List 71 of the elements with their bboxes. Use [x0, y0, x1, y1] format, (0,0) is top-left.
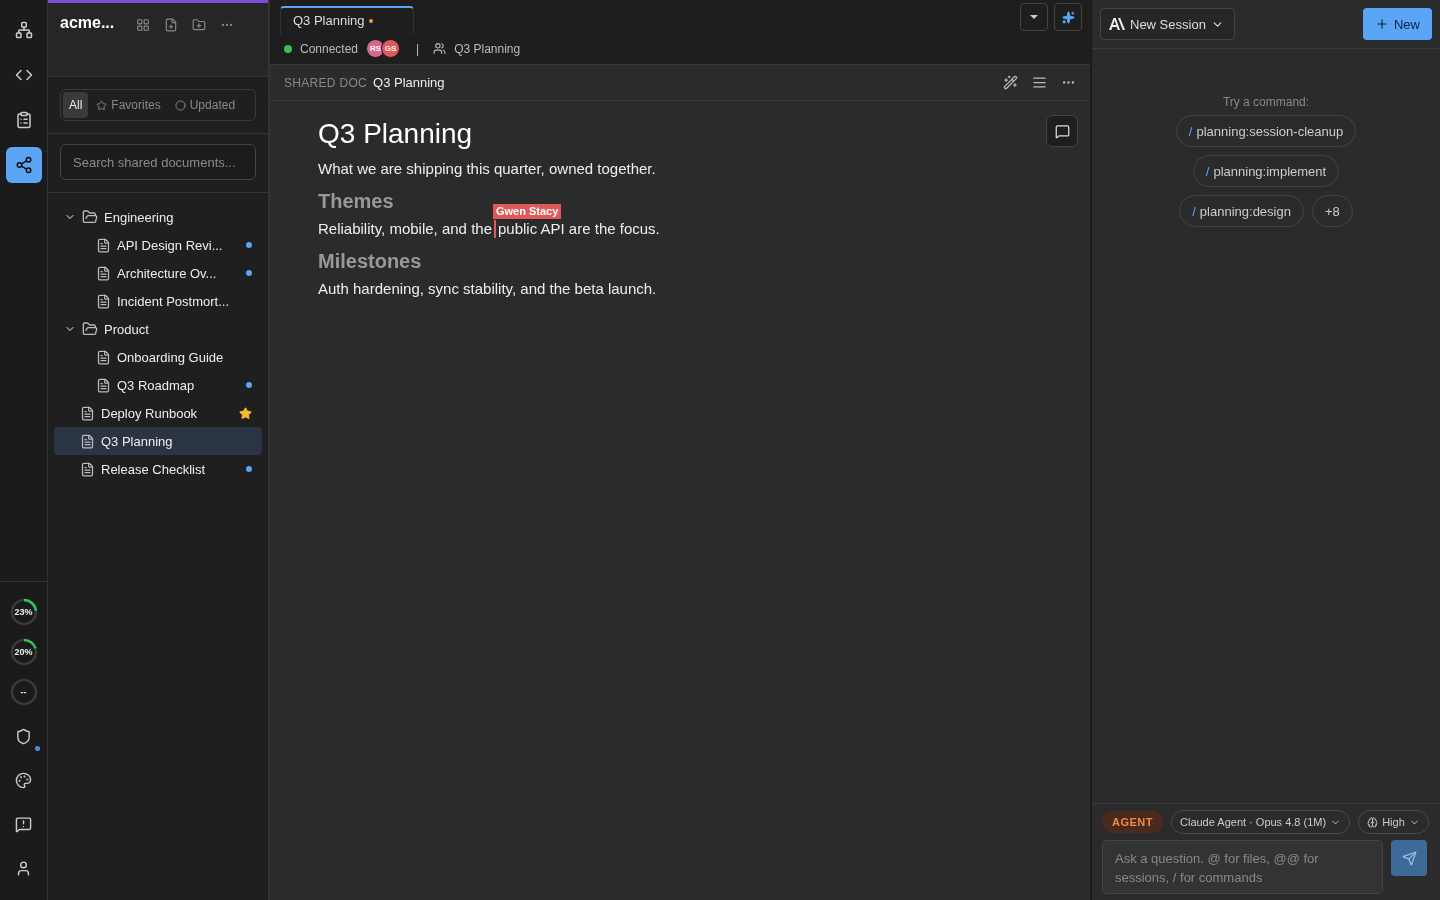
usage-meter: -- [9, 678, 38, 706]
document-icon [96, 293, 111, 309]
paragraph-text: Reliability, mobile, and the [318, 219, 492, 239]
document-icon [80, 461, 95, 477]
document-row[interactable]: Q3 Roadmap [54, 371, 262, 399]
cursor-label: Gwen Stacy [493, 204, 562, 219]
document-tab[interactable]: Q3 Planning [280, 5, 414, 34]
folder-icon [82, 321, 98, 337]
comment-icon [1054, 123, 1070, 139]
clipboard-icon [14, 111, 33, 129]
send-icon [1401, 850, 1417, 866]
document-row[interactable]: Onboarding Guide [54, 343, 262, 371]
new-button[interactable]: New [1363, 8, 1432, 40]
search-field[interactable]: Search shared documents... [60, 144, 256, 180]
folder-row[interactable]: Engineering [54, 203, 262, 231]
document-row[interactable]: Deploy Runbook [54, 399, 262, 427]
document-row[interactable]: Architecture Ov... [54, 259, 262, 287]
section-heading: Milestones [318, 249, 422, 274]
document-row[interactable]: Incident Postmort... [54, 287, 262, 315]
section-heading: Themes [318, 189, 394, 214]
document-icon [96, 237, 111, 253]
caret-icon [1029, 14, 1039, 20]
paragraph-text: public API are the focus. [498, 219, 660, 239]
document-row[interactable]: API Design Revi... [54, 231, 262, 259]
user-avatar: GS [381, 39, 401, 59]
comment-button[interactable] [1046, 115, 1078, 147]
workspace-title: acme... [60, 14, 115, 32]
document-row[interactable]: Release Checklist [54, 455, 262, 483]
room-name: Q3 Planning [454, 41, 521, 56]
outline-icon[interactable] [1032, 75, 1047, 90]
mode-badge[interactable]: AGENT [1102, 811, 1163, 833]
rail-button[interactable] [5, 147, 42, 183]
document-icon [96, 349, 111, 365]
usage-meter: 23% [9, 598, 38, 626]
folder-row[interactable]: Product [54, 315, 262, 343]
document-icon [80, 405, 95, 421]
dropdown-button[interactable] [1020, 3, 1048, 31]
diagram-icon [14, 21, 33, 39]
plus-icon [1375, 17, 1389, 31]
sparkle-icon [1061, 10, 1075, 24]
filter-tab[interactable]: Updated [168, 92, 242, 118]
command-prompt: Try a command: [1222, 95, 1310, 109]
star-icon [96, 99, 108, 111]
document-icon [96, 265, 111, 281]
users-icon [433, 42, 447, 56]
document-icon [80, 433, 95, 449]
document-row[interactable]: Q3 Planning [54, 427, 262, 455]
document-icon [96, 377, 111, 393]
new-file-icon[interactable] [164, 18, 179, 32]
usage-meter: 20% [9, 638, 38, 666]
paragraph: Auth hardening, sync stability, and the beta launch. [318, 279, 657, 299]
logo-icon [1109, 18, 1125, 30]
circle-icon [174, 99, 186, 111]
grid-icon[interactable] [136, 18, 151, 32]
separator: | [416, 41, 420, 56]
wand-icon[interactable] [1003, 75, 1018, 90]
new-folder-icon[interactable] [192, 18, 207, 32]
doc-title: Q3 Planning [373, 75, 445, 90]
session-dropdown[interactable]: New Session [1100, 8, 1235, 40]
document-heading: Q3 Planning [318, 117, 474, 151]
paragraph: What we are shipping this quarter, owned together. [318, 159, 656, 179]
share-icon [14, 156, 33, 174]
folder-icon [82, 209, 98, 225]
send-button[interactable] [1391, 840, 1427, 876]
doc-type-label: SHARED DOC [284, 75, 367, 90]
filter-tab[interactable]: All [63, 92, 89, 118]
message-input[interactable]: Ask a question. @ for files, @@ for sessions, / for commands [1102, 840, 1383, 894]
connection-status: Connected [300, 41, 359, 56]
ai-button[interactable] [1054, 3, 1082, 31]
filter-tab[interactable]: Favorites [90, 92, 167, 118]
brain-icon [1367, 816, 1379, 828]
